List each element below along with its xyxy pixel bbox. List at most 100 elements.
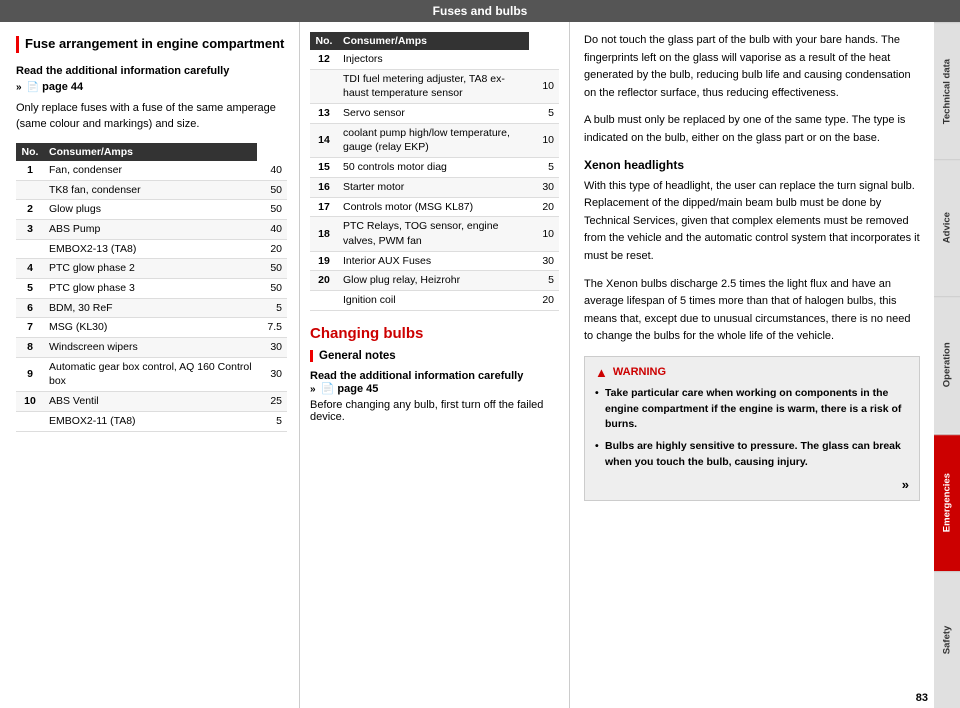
row-amps: 30 — [257, 357, 287, 391]
side-tabs: Technical dataAdviceOperationEmergencies… — [934, 22, 960, 708]
row-number: 5 — [16, 279, 44, 299]
table-row: TDI fuel metering adjuster, TA8 ex-haust… — [310, 69, 559, 103]
row-number: 1 — [16, 161, 44, 180]
row-amps: 30 — [257, 338, 287, 358]
right-para-1: Do not touch the glass part of the bulb … — [584, 32, 920, 102]
row-amps: 5 — [529, 104, 559, 124]
mid-col-header-consumer: Consumer/Amps — [338, 32, 529, 50]
row-number: 15 — [310, 158, 338, 178]
table-row: 1550 controls motor diag5 — [310, 158, 559, 178]
row-amps — [529, 50, 559, 69]
row-number: 12 — [310, 50, 338, 69]
row-number: 9 — [16, 357, 44, 391]
row-consumer: 50 controls motor diag — [338, 158, 529, 178]
row-number: 10 — [16, 392, 44, 412]
row-consumer: PTC Relays, TOG sensor, engine valves, P… — [338, 217, 529, 251]
row-consumer: Controls motor (MSG KL87) — [338, 197, 529, 217]
row-consumer: Glow plugs — [44, 200, 257, 220]
row-consumer: Glow plug relay, Heizrohr — [338, 271, 529, 291]
row-consumer: TDI fuel metering adjuster, TA8 ex-haust… — [338, 69, 529, 103]
row-number: 19 — [310, 251, 338, 271]
page-container: Fuses and bulbs Fuse arrangement in engi… — [0, 0, 960, 708]
side-tab-technical-data[interactable]: Technical data — [934, 22, 960, 159]
row-consumer: Windscreen wipers — [44, 338, 257, 358]
row-amps: 20 — [529, 197, 559, 217]
row-number — [16, 411, 44, 431]
table-row: 10ABS Ventil25 — [16, 392, 287, 412]
changing-bulbs-section: Changing bulbs General notes Read the ad… — [310, 325, 559, 423]
left-panel: Fuse arrangement in engine compartment R… — [0, 22, 300, 708]
table-row: 16Starter motor30 — [310, 177, 559, 197]
table-row: 17Controls motor (MSG KL87)20 — [310, 197, 559, 217]
row-amps: 10 — [529, 69, 559, 103]
row-number: 18 — [310, 217, 338, 251]
table-row: EMBOX2-11 (TA8)5 — [16, 411, 287, 431]
row-amps: 10 — [529, 123, 559, 157]
side-tab-operation[interactable]: Operation — [934, 296, 960, 433]
row-number: 13 — [310, 104, 338, 124]
row-number — [16, 239, 44, 259]
fuse-table-left: No. Consumer/Amps 1Fan, condenser40TK8 f… — [16, 143, 287, 432]
page-number: 83 — [916, 692, 928, 704]
row-amps: 5 — [257, 298, 287, 318]
table-row: 3ABS Pump40 — [16, 219, 287, 239]
table-row: 12Injectors — [310, 50, 559, 69]
side-tab-advice[interactable]: Advice — [934, 159, 960, 296]
row-consumer: PTC glow phase 3 — [44, 279, 257, 299]
row-amps: 25 — [257, 392, 287, 412]
row-number: 6 — [16, 298, 44, 318]
changing-bulbs-heading: Changing bulbs — [310, 325, 559, 342]
changing-bulbs-description: Before changing any bulb, first turn off… — [310, 399, 559, 423]
side-tab-safety[interactable]: Safety — [934, 571, 960, 708]
table-row: 1Fan, condenser40 — [16, 161, 287, 180]
row-consumer: MSG (KL30) — [44, 318, 257, 338]
row-number: 16 — [310, 177, 338, 197]
main-content: Fuse arrangement in engine compartment R… — [0, 22, 960, 708]
table-row: 19Interior AUX Fuses30 — [310, 251, 559, 271]
xenon-para-2: The Xenon bulbs discharge 2.5 times the … — [584, 276, 920, 346]
row-amps: 40 — [257, 219, 287, 239]
row-number: 7 — [16, 318, 44, 338]
row-amps: 50 — [257, 259, 287, 279]
row-amps: 40 — [257, 161, 287, 180]
right-panel: Do not touch the glass part of the bulb … — [570, 22, 934, 708]
row-consumer: TK8 fan, condenser — [44, 180, 257, 200]
general-notes-box: General notes — [310, 350, 559, 362]
row-amps: 30 — [529, 177, 559, 197]
xenon-para-1: With this type of headlight, the user ca… — [584, 178, 920, 266]
row-amps: 5 — [529, 271, 559, 291]
table-row: 5PTC glow phase 350 — [16, 279, 287, 299]
table-row: TK8 fan, condenser50 — [16, 180, 287, 200]
arrow-icon2: » — [310, 384, 316, 395]
table-row: 18PTC Relays, TOG sensor, engine valves,… — [310, 217, 559, 251]
warning-title: ▲ WARNING — [595, 365, 909, 380]
warning-triangle-icon: ▲ — [595, 365, 608, 380]
fuse-table-middle: No. Consumer/Amps 12InjectorsTDI fuel me… — [310, 32, 559, 311]
row-amps: 5 — [257, 411, 287, 431]
row-amps: 20 — [257, 239, 287, 259]
side-tab-emergencies[interactable]: Emergencies — [934, 434, 960, 571]
warning-list: Take particular care when working on com… — [595, 386, 909, 471]
general-notes-heading: General notes — [319, 350, 559, 362]
warning-box: ▲ WARNING Take particular care when work… — [584, 356, 920, 501]
middle-panel: No. Consumer/Amps 12InjectorsTDI fuel me… — [300, 22, 570, 708]
row-amps: 50 — [257, 200, 287, 220]
row-consumer: ABS Ventil — [44, 392, 257, 412]
table-row: 14coolant pump high/low temperature, gau… — [310, 123, 559, 157]
top-bar: Fuses and bulbs — [0, 0, 960, 22]
row-number — [16, 180, 44, 200]
table-row: EMBOX2-13 (TA8)20 — [16, 239, 287, 259]
content-area: Fuse arrangement in engine compartment R… — [0, 22, 934, 708]
table-row: 4PTC glow phase 250 — [16, 259, 287, 279]
row-consumer: Automatic gear box control, AQ 160 Contr… — [44, 357, 257, 391]
table-row: 2Glow plugs50 — [16, 200, 287, 220]
row-number: 14 — [310, 123, 338, 157]
xenon-heading: Xenon headlights — [584, 158, 920, 172]
row-amps: 5 — [529, 158, 559, 178]
row-amps: 50 — [257, 279, 287, 299]
row-consumer: BDM, 30 ReF — [44, 298, 257, 318]
row-number: 2 — [16, 200, 44, 220]
row-consumer: EMBOX2-11 (TA8) — [44, 411, 257, 431]
row-number: 4 — [16, 259, 44, 279]
row-amps: 50 — [257, 180, 287, 200]
